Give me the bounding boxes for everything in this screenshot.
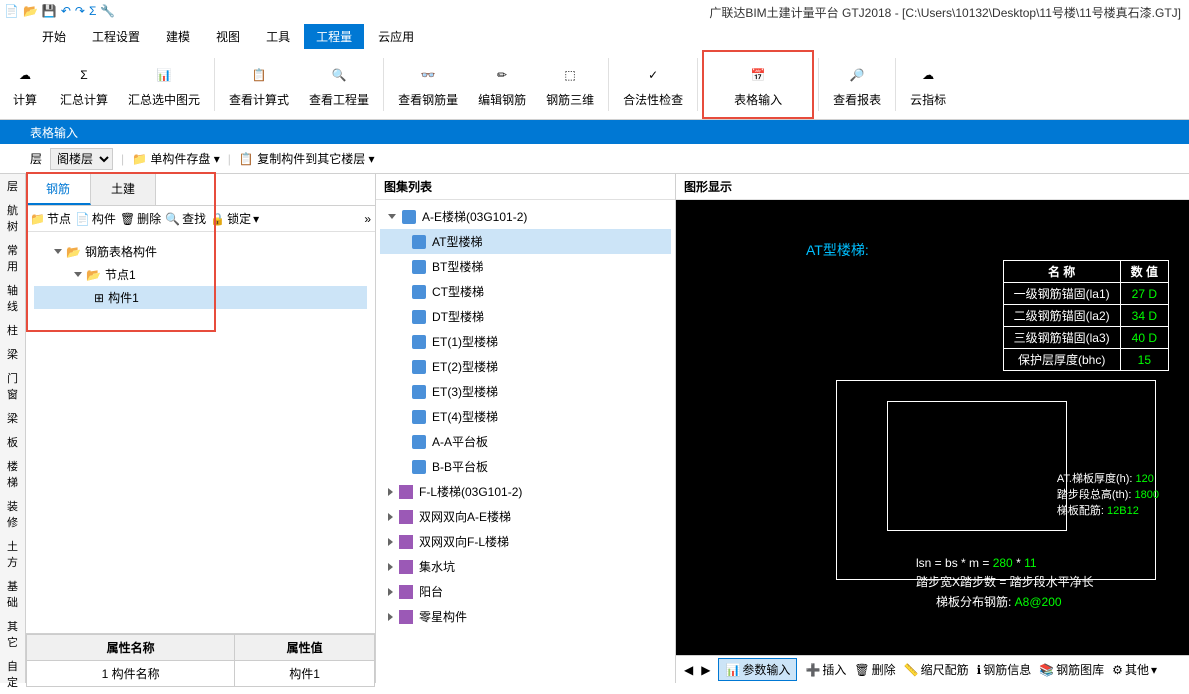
- formula-rebar: 梯板分布钢筋: A8@200: [936, 593, 1062, 610]
- tool-icon[interactable]: 🔧: [100, 4, 115, 18]
- scale-rebar-btn[interactable]: 📏 缩尺配筋: [904, 661, 969, 678]
- window-title: 广联达BIM土建计量平台 GTJ2018 - [C:\Users\10132\D…: [709, 4, 1181, 21]
- atlas-item-5[interactable]: ET(1)型楼梯: [380, 329, 671, 354]
- nav-fwd-icon[interactable]: ▶: [701, 663, 710, 677]
- formula-lsn: lsn = bs * m = 280 * 11: [916, 556, 1037, 570]
- other-btn[interactable]: ⚙ 其他 ▾: [1112, 661, 1157, 678]
- component-panel: 钢筋 土建 📁节点 📄构件 🗑删除 🔍查找 🔒锁定 ▾ » 📂 钢筋表格构件 📂…: [26, 174, 376, 683]
- atlas-item-12[interactable]: 双网双向A-E楼梯: [380, 504, 671, 529]
- menu-model[interactable]: 建模: [154, 24, 202, 49]
- rebar-info-btn[interactable]: ℹ 钢筋信息: [977, 661, 1032, 678]
- menu-cloud[interactable]: 云应用: [366, 24, 426, 49]
- redo-icon[interactable]: ↷: [75, 4, 85, 18]
- menu-tools[interactable]: 工具: [254, 24, 302, 49]
- layer-icon: 层: [30, 150, 42, 167]
- atlas-item-15[interactable]: 阳台: [380, 579, 671, 604]
- formula-icon[interactable]: Σ: [89, 4, 96, 18]
- menu-project[interactable]: 工程设置: [80, 24, 152, 49]
- save-icon[interactable]: 💾: [42, 4, 57, 18]
- atlas-item-11[interactable]: F-L楼梯(03G101-2): [380, 479, 671, 504]
- ribbon-sum[interactable]: Σ汇总计算: [50, 50, 118, 119]
- left-sidebar: 层 航树 常用 轴线 柱 梁 门窗 梁 板 楼梯 装修 土方 基础 其它 自定: [0, 174, 26, 683]
- find-btn[interactable]: 🔍查找: [165, 210, 206, 227]
- atlas-header: 图集列表: [376, 174, 675, 200]
- menu-bar: 开始 工程设置 建模 视图 工具 工程量 云应用: [0, 22, 1189, 50]
- ribbon-cloud-index[interactable]: ☁云指标: [900, 50, 956, 119]
- lock-btn[interactable]: 🔒锁定 ▾: [210, 210, 259, 227]
- ribbon: ☁计算 Σ汇总计算 📊汇总选中图元 📋查看计算式 🔍查看工程量 👓查看钢筋量 ✏…: [0, 50, 1189, 120]
- insert-btn[interactable]: ➕ 插入: [805, 661, 846, 678]
- formula-step: 踏步宽X踏步数 = 踏步段水平净长: [916, 573, 1094, 590]
- component-btn[interactable]: 📄构件: [75, 210, 116, 227]
- param-input-btn[interactable]: 📊 参数输入: [718, 658, 797, 681]
- property-table: 属性名称属性值 1 构件名称构件1: [26, 633, 375, 683]
- bottom-toolbar: ◀ ▶ 📊 参数输入 ➕ 插入 🗑 删除 📏 缩尺配筋 ℹ 钢筋信息 📚 钢筋图…: [676, 655, 1189, 683]
- tree-root[interactable]: 📂 钢筋表格构件: [34, 240, 367, 263]
- node-btn[interactable]: 📁节点: [30, 210, 71, 227]
- graphics-canvas[interactable]: AT型楼梯: 名 称数 值 一级钢筋锚固(la1)27 D 二级钢筋锚固(la2…: [676, 200, 1189, 655]
- atlas-item-13[interactable]: 双网双向F-L楼梯: [380, 529, 671, 554]
- atlas-item-7[interactable]: ET(3)型楼梯: [380, 379, 671, 404]
- delete-btn[interactable]: 🗑删除: [120, 210, 161, 227]
- ribbon-edit-rebar[interactable]: ✏编辑钢筋: [468, 50, 536, 119]
- open-icon[interactable]: 📂: [23, 4, 38, 18]
- delete-btn2[interactable]: 🗑 删除: [854, 661, 895, 678]
- stair-title: AT型楼梯:: [806, 240, 869, 260]
- save-component-btn[interactable]: 📁 单构件存盘 ▾: [132, 150, 220, 167]
- param-table: 名 称数 值 一级钢筋锚固(la1)27 D 二级钢筋锚固(la2)34 D 三…: [1003, 260, 1169, 371]
- ribbon-view-formula[interactable]: 📋查看计算式: [219, 50, 299, 119]
- ribbon-validate[interactable]: ✓合法性检查: [613, 50, 693, 119]
- atlas-item-14[interactable]: 集水坑: [380, 554, 671, 579]
- atlas-item-9[interactable]: A-A平台板: [380, 429, 671, 454]
- atlas-item-8[interactable]: ET(4)型楼梯: [380, 404, 671, 429]
- ribbon-rebar-3d[interactable]: ⬚钢筋三维: [536, 50, 604, 119]
- graphics-header: 图形显示: [676, 174, 1189, 200]
- ribbon-view-rebar[interactable]: 👓查看钢筋量: [388, 50, 468, 119]
- ribbon-view-report[interactable]: 🔎查看报表: [823, 50, 891, 119]
- copy-component-btn[interactable]: 📋 复制构件到其它楼层 ▾: [239, 150, 375, 167]
- tab-civil[interactable]: 土建: [91, 174, 156, 205]
- atlas-item-10[interactable]: B-B平台板: [380, 454, 671, 479]
- atlas-item-2[interactable]: BT型楼梯: [380, 254, 671, 279]
- menu-start[interactable]: 开始: [30, 24, 78, 49]
- rebar-gallery-btn[interactable]: 📚 钢筋图库: [1039, 661, 1104, 678]
- atlas-panel: 图集列表 A-E楼梯(03G101-2)AT型楼梯BT型楼梯CT型楼梯DT型楼梯…: [376, 174, 676, 683]
- component-tree: 📂 钢筋表格构件 📂 节点1 ⊞ 构件1: [26, 232, 375, 633]
- tree-item1[interactable]: ⊞ 构件1: [34, 286, 367, 309]
- atlas-item-0[interactable]: A-E楼梯(03G101-2): [380, 204, 671, 229]
- atlas-item-3[interactable]: CT型楼梯: [380, 279, 671, 304]
- ribbon-view-quantity[interactable]: 🔍查看工程量: [299, 50, 379, 119]
- nav-back-icon[interactable]: ◀: [684, 663, 693, 677]
- atlas-item-6[interactable]: ET(2)型楼梯: [380, 354, 671, 379]
- ribbon-table-input[interactable]: 📅表格输入: [702, 50, 814, 119]
- toolbar2: 层 阁楼层 | 📁 单构件存盘 ▾ | 📋 复制构件到其它楼层 ▾: [0, 144, 1189, 174]
- floor-select[interactable]: 阁楼层: [50, 148, 113, 170]
- sub-header: 表格输入: [0, 120, 1189, 144]
- tab-rebar[interactable]: 钢筋: [26, 174, 91, 205]
- ribbon-calc[interactable]: ☁计算: [0, 50, 50, 119]
- atlas-item-16[interactable]: 零星构件: [380, 604, 671, 629]
- atlas-item-1[interactable]: AT型楼梯: [380, 229, 671, 254]
- new-icon[interactable]: 📄: [4, 4, 19, 18]
- menu-view[interactable]: 视图: [204, 24, 252, 49]
- tree-node1[interactable]: 📂 节点1: [34, 263, 367, 286]
- menu-quantity[interactable]: 工程量: [304, 24, 364, 49]
- atlas-item-4[interactable]: DT型楼梯: [380, 304, 671, 329]
- more-btn[interactable]: »: [364, 212, 371, 226]
- graphics-panel: 图形显示 AT型楼梯: 名 称数 值 一级钢筋锚固(la1)27 D 二级钢筋锚…: [676, 174, 1189, 683]
- ribbon-sum-selected[interactable]: 📊汇总选中图元: [118, 50, 210, 119]
- undo-icon[interactable]: ↶: [61, 4, 71, 18]
